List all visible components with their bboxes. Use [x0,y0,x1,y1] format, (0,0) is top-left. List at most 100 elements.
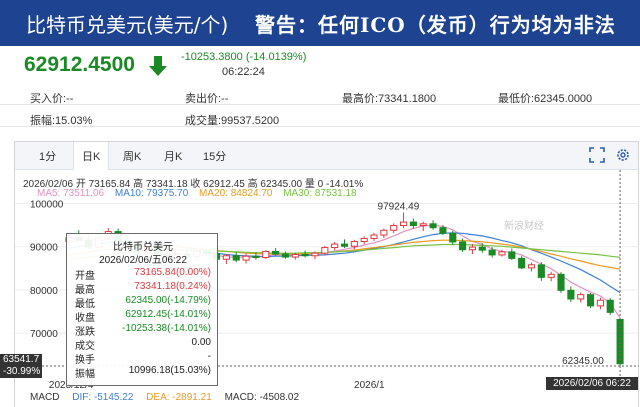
candle [360,236,368,245]
candle-body [409,221,417,227]
candle [331,241,339,251]
candle-body [281,253,289,258]
candle [222,254,230,264]
candle-body [262,250,270,258]
candle-body [242,255,250,261]
candle [567,286,575,302]
candle-body [449,232,457,243]
macd-legend: MACD DIF: -5145.22 DEA: -2891.21 MACD: -… [30,392,309,403]
tooltip-row-label: 成交 [75,341,95,352]
candle-body [272,250,280,255]
candle-body [340,243,349,247]
candle-body [390,225,398,231]
tooltip-row: 最低 62345.00(-14.79%) [75,295,215,310]
candle-body [429,223,437,229]
candle-body [350,241,358,247]
candle-body [321,247,329,254]
macd-value: MACD: -4508.02 [224,392,300,403]
tooltip-row-value: - [207,351,211,362]
candle-body [419,223,427,227]
candle [547,271,555,282]
candle [262,250,270,259]
candle [478,243,486,253]
tooltip-row: 开盘 73165.84(0.00%) [75,267,215,282]
tooltip-row-value: 62345.00(-14.79%) [125,295,211,306]
candle-body [459,241,467,251]
candle-body [518,257,526,269]
crosshair-price-flag: 63541.7 -30.99% [0,354,42,378]
candle [508,248,516,261]
tooltip-row-value: -10253.38(-14.01%) [122,323,211,334]
candle-body [311,252,319,257]
candle-body [439,227,447,234]
watermark-logo: 新浪财经 [504,221,544,232]
tooltip-row-value: 10996.18(15.03%) [128,365,211,376]
candle-body [527,264,536,269]
x-tick-label: 2026/1 [354,380,385,391]
tooltip-row: 涨跌 -10253.38(-14.01%) [75,323,215,338]
candle-body [508,251,516,259]
tooltip-row-label: 最高 [75,285,95,296]
candle-body [557,273,565,291]
candle-body [222,255,230,260]
candle [400,212,408,229]
candle-body [360,237,368,243]
crosshair-price: 63541.7 [3,354,40,365]
tooltip-row: 换手 - [75,351,215,366]
tooltip-row: 成交 0.00 [75,337,215,352]
candle [232,251,240,263]
tooltip-row-label: 最低 [75,299,95,310]
y-tick-label: 90000 [30,243,58,254]
tooltip-row-value: 73165.84(0.00%) [134,267,211,278]
candle-body [606,299,614,313]
candle-body [468,246,476,251]
macd-dea: DEA: -2891.21 [146,392,212,403]
tooltip-row-label: 涨跌 [75,327,95,338]
candle-body [301,253,309,257]
tooltip-row-label: 振幅 [75,369,95,380]
candle-body [596,299,604,307]
y-tick-label: 70000 [30,329,58,340]
candle [390,223,398,233]
candle-body [380,229,388,236]
candle [370,232,378,242]
candle [537,262,545,281]
macd-title: MACD [30,392,60,403]
candle-body [547,273,555,278]
candle [587,292,595,309]
candle [488,247,496,258]
tooltip-row-label: 开盘 [75,271,95,282]
candle [596,297,604,310]
crosshair-pct: -30.99% [3,366,41,377]
y-tick-label: 100000 [30,199,64,210]
macd-dif: DIF: -5145.22 [72,392,134,403]
candle-body [232,255,240,261]
candle-body [400,221,408,227]
candle-body [252,255,260,258]
candle [518,255,526,270]
candle [449,230,457,245]
candle-body [370,234,378,239]
tooltip-row: 最高 73341.18(0.24%) [75,281,215,296]
tooltip-row-label: 换手 [75,355,95,366]
candle [527,262,536,272]
candle [557,272,565,293]
candle-body [498,251,506,256]
candle-tooltip: 比特币兑美元 2026/02/06/五06:22 开盘 73165.84(0.00… [66,233,218,386]
candle-body [577,294,585,300]
crosshair-date-flag: 2026/02/06 06:22 [546,377,638,390]
tooltip-row-value: 0.00 [191,337,211,348]
tooltip-row-value: 73341.18(0.24%) [134,281,211,292]
tooltip-row: 收盘 62912.45(-14.01%) [75,309,215,324]
tooltip-row: 振幅 10996.18(15.03%) [75,365,215,380]
candle [577,292,585,303]
candle [281,251,289,259]
tooltip-row-value: 62912.45(-14.01%) [125,309,211,320]
tooltip-row-label: 收盘 [75,313,95,324]
candle-body [567,289,575,300]
y-tick-label: 80000 [30,286,58,297]
candle [429,220,437,230]
candle-body [291,253,299,258]
candle-body [537,264,545,278]
candle [340,239,349,248]
